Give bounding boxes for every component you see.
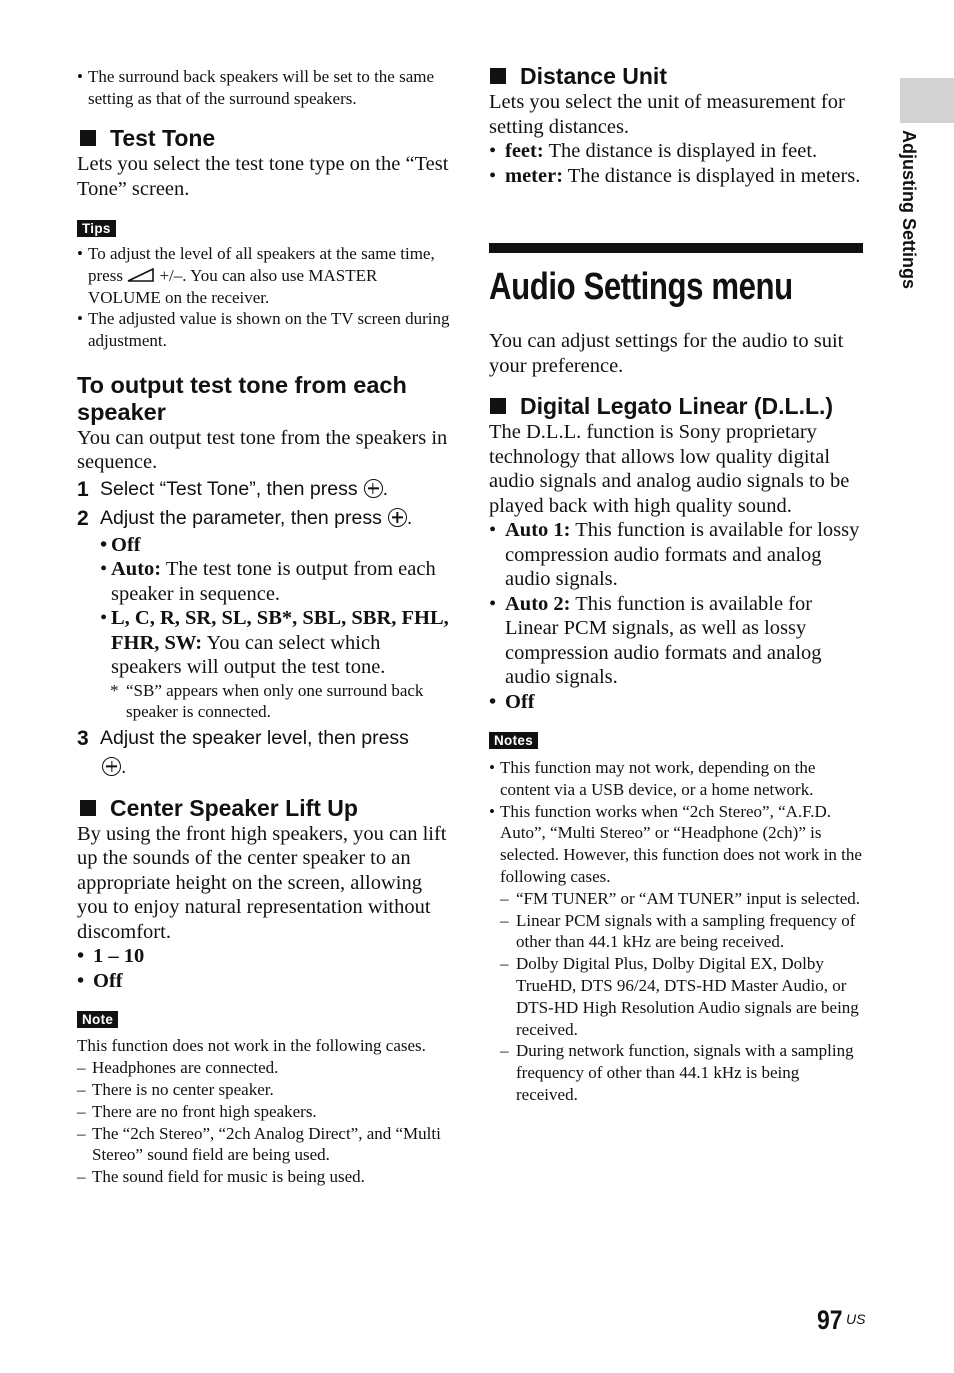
option-off: Off [77,969,452,994]
audio-menu-description: You can adjust settings for the audio to… [489,330,844,377]
option-auto: Auto: The test tone is output from each … [100,557,452,606]
step-text: Adjust the parameter, then press [100,506,382,529]
dll-description: The D.L.L. function is Sony proprietary … [489,421,850,517]
left-column: The surround back speakers will be set t… [77,66,452,1188]
tip-item: To adjust the level of all speakers at t… [77,243,452,308]
right-column: Distance Unit Lets you select the unit o… [489,62,863,1106]
enter-button-icon [102,756,121,776]
notes-list: This function may not work, depending on… [489,757,863,1106]
option-label: Auto 1: [505,519,571,541]
note-case: There is no center speaker. [77,1079,452,1101]
center-lift-heading: Center Speaker Lift Up [77,794,452,822]
heading-text: Center Speaker Lift Up [110,794,358,821]
option-meter: meter: The distance is displayed in mete… [489,164,863,189]
output-each-heading: To output test tone from each speaker [77,371,407,425]
center-lift-description: By using the front high speakers, you ca… [77,822,447,943]
option-auto2: Auto 2: This function is available for L… [489,592,863,690]
enter-button-icon [387,507,407,527]
option-auto1: Auto 1: This function is available for l… [489,518,863,592]
note-case: The sound field for music is being used. [77,1166,452,1188]
step-number: 1 [77,477,89,501]
step-number: 2 [77,506,89,530]
step-text: Select “Test Tone”, then press [100,477,358,500]
note-badge: Note [77,1011,119,1029]
section-tab-text: Adjusting Settings [899,130,919,289]
note-case: During network function, signals with a … [489,1040,863,1105]
audio-settings-title: Audio Settings menu [489,266,793,308]
page-number: 97 [817,1305,843,1335]
tips-badge: Tips [77,220,116,237]
option-feet: feet: The distance is displayed in feet. [489,139,863,164]
tips-list: To adjust the level of all speakers at t… [77,243,452,352]
option-range: 1 – 10 [77,944,452,969]
square-bullet-icon [490,68,506,84]
option-label: Off [111,533,141,556]
square-bullet-icon [490,398,506,414]
option-label: meter: [505,164,564,187]
option-text: The distance is displayed in feet. [548,140,818,162]
side-tab-marker [900,78,954,123]
note-case: Headphones are connected. [77,1057,452,1079]
note-case: There are no front high speakers. [77,1101,452,1123]
distance-unit-description: Lets you select the unit of measurement … [489,91,845,138]
option-label: Auto: [111,558,162,581]
note-case: Dolby Digital Plus, Dolby Digital EX, Do… [489,953,863,1040]
test-tone-options: Off Auto: The test tone is output from e… [77,533,452,680]
sb-footnote: “SB” appears when only one surround back… [77,680,452,722]
square-bullet-icon [80,799,96,816]
heading-text: Digital Legato Linear (D.L.L.) [520,393,834,419]
note-case: Linear PCM signals with a sampling frequ… [489,910,863,954]
volume-icon [127,267,155,282]
option-speakers: L, C, R, SR, SL, SB*, SBL, SBR, FHL, FHR… [100,606,452,680]
note-case: “FM TUNER” or “AM TUNER” input is select… [489,888,863,910]
section-tab-label: Adjusting Settings [884,130,934,330]
heading-text: Distance Unit [520,63,667,89]
section-divider [489,243,863,253]
option-off: Off [489,690,863,715]
note-case: The “2ch Stereo”, “2ch Analog Direct”, a… [77,1123,452,1167]
step-text: Adjust the speaker level, then press [100,726,409,749]
notes-badge: Notes [489,732,539,749]
step-2: 2 Adjust the parameter, then press. [77,504,452,533]
page-region-suffix: US [846,1311,866,1327]
distance-unit-heading: Distance Unit [489,62,863,90]
test-tone-heading: Test Tone [77,124,452,152]
note-item: This function may not work, depending on… [489,757,863,801]
step-1: 1 Select “Test Tone”, then press. [77,475,452,504]
tip-item: The adjusted value is shown on the TV sc… [77,308,452,352]
enter-button-icon [363,478,383,498]
option-off: Off [100,533,452,558]
note-item: This function works when “2ch Stereo”, “… [489,801,863,888]
square-bullet-icon [80,130,96,146]
option-label: Auto 2: [505,592,571,615]
note-intro: This function does not work in the follo… [77,1036,426,1056]
dll-heading: Digital Legato Linear (D.L.L.) [489,392,863,420]
test-tone-description: Lets you select the test tone type on th… [77,153,449,200]
heading-text: Test Tone [110,125,216,151]
step-3: 3 Adjust the speaker level, then press. [77,724,452,782]
option-text: The distance is displayed in meters. [567,164,861,187]
step-number: 3 [77,726,89,750]
output-each-description: You can output test tone from the speake… [77,426,448,474]
option-label: feet: [505,140,544,162]
intro-bullet: The surround back speakers will be set t… [77,66,452,109]
